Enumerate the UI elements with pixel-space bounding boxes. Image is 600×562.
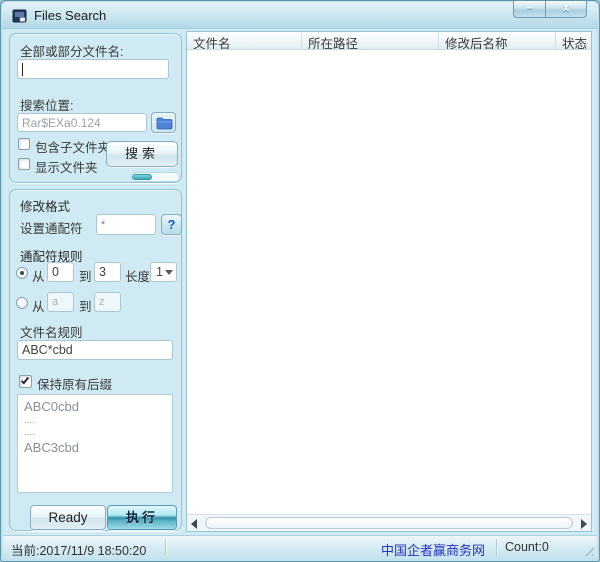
close-button[interactable]: x [545,1,587,18]
alpha-rule-radio[interactable] [16,297,28,309]
status-bar: 当前:2017/11/9 18:50:20 中国企者赢商务网 Count:0 [3,535,597,559]
results-table-header: 文件名 所在路径 修改后名称 状态 [187,32,591,50]
status-separator [165,539,166,556]
status-count: Count:0 [505,540,549,554]
results-panel: 文件名 所在路径 修改后名称 状态 [186,31,592,532]
keep-suffix-checkbox[interactable] [19,375,32,388]
column-header-path[interactable]: 所在路径 [302,32,439,49]
column-header-newname[interactable]: 修改后名称 [439,32,556,49]
length-value: 1 [156,265,163,279]
status-separator [496,539,497,556]
search-button[interactable]: 搜索 [106,141,178,167]
format-group-title: 修改格式 [20,196,70,215]
minimize-button[interactable]: – [513,1,545,18]
numeric-to-input[interactable] [94,262,121,282]
filename-input[interactable] [17,59,169,79]
numeric-from-input[interactable] [47,262,74,282]
list-item[interactable]: ABC3cbd [24,439,166,456]
horizontal-scrollbar[interactable] [187,514,591,531]
status-current-time: 当前:2017/11/9 18:50:20 [11,540,146,559]
arrow-right-icon [581,519,587,529]
include-subfolders-checkbox[interactable] [18,138,30,150]
ready-button[interactable]: Ready [30,505,106,530]
results-table-body [187,50,591,514]
scrollbar-thumb[interactable] [205,517,573,529]
show-folders-label: 显示文件夹 [35,157,98,176]
window-title: Files Search [34,8,106,23]
numeric-to-label: 到 [79,266,92,285]
length-label: 长度 [125,266,150,285]
location-label: 搜索位置: [20,95,73,114]
check-icon [21,376,29,385]
title-bar: Files Search [2,2,598,29]
folder-icon [156,117,173,130]
numeric-from-label: 从 [32,266,45,285]
window-controls: – x [513,1,587,18]
column-header-filename[interactable]: 文件名 [187,32,302,49]
list-item[interactable]: .... [24,415,166,427]
progress-bar [130,172,180,182]
browse-folder-button[interactable] [151,112,176,133]
alpha-from-label: 从 [32,296,45,315]
help-button[interactable]: ? [161,214,182,235]
filename-label: 全部或部分文件名: [20,41,123,60]
list-item[interactable]: .... [24,427,166,439]
progress-thumb [132,174,152,180]
list-item[interactable]: ABC0cbd [24,398,166,415]
location-input[interactable] [17,113,147,132]
text-caret [22,63,23,76]
app-window: Files Search – x 全部或部分文件名: 搜索位置: 包含子文件夹 … [0,0,600,562]
show-folders-checkbox[interactable] [18,158,30,170]
numeric-rule-radio[interactable] [16,267,28,279]
alpha-to-input[interactable] [94,292,121,312]
scroll-right-button[interactable] [575,515,591,531]
arrow-left-icon [191,519,197,529]
wildcard-label: 设置通配符 [20,218,83,237]
keep-suffix-label: 保持原有后缀 [37,374,112,393]
status-website: 中国企者赢商务网 [381,540,485,559]
filename-rule-input[interactable] [17,340,173,360]
column-header-status[interactable]: 状态 [556,32,591,49]
scroll-left-button[interactable] [187,515,203,531]
radio-selected-dot [20,271,24,275]
include-subfolders-label: 包含子文件夹 [35,137,110,156]
alpha-to-label: 到 [79,296,92,315]
chevron-down-icon [165,270,173,275]
execute-button[interactable]: 执行 [107,505,177,530]
resize-grip[interactable] [581,543,594,556]
search-group: 全部或部分文件名: 搜索位置: 包含子文件夹 显示文件夹 搜索 [9,33,182,183]
app-icon [12,8,28,24]
alpha-from-input[interactable] [47,292,74,312]
length-dropdown[interactable]: 1 [150,262,177,282]
wildcard-input[interactable] [96,214,156,235]
filename-rule-label: 文件名规则 [20,322,83,341]
preview-listbox[interactable]: ABC0cbd .... .... ABC3cbd [17,394,173,493]
format-group: 修改格式 设置通配符 ? 通配符规则 从 到 长度 1 从 到 文件名规则 保持… [9,189,182,531]
